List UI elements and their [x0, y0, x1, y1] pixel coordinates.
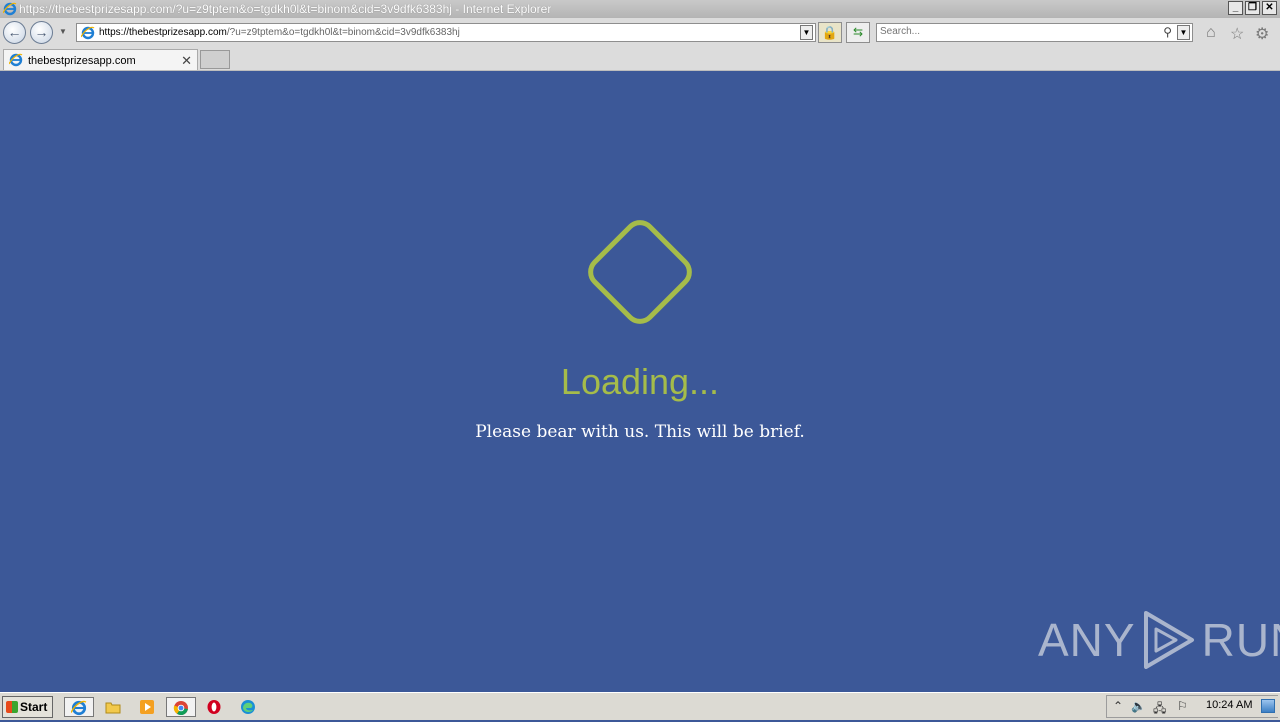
taskbar-media-player[interactable] — [135, 697, 159, 717]
history-dropdown-icon[interactable]: ▼ — [59, 27, 67, 36]
gear-icon[interactable]: ⚙ — [1255, 24, 1269, 44]
search-box[interactable]: ⚲ ▼ — [876, 23, 1193, 42]
loading-subtext: Please bear with us. This will be brief. — [475, 422, 805, 442]
new-tab-button[interactable] — [200, 50, 230, 69]
lock-icon: 🔒 — [821, 25, 839, 40]
restore-button[interactable]: ❐ — [1245, 1, 1260, 15]
internet-explorer-icon — [70, 700, 87, 716]
media-player-icon — [140, 700, 154, 714]
clock[interactable]: 10:24 AM — [1206, 699, 1252, 711]
address-bar[interactable]: https://thebestprizesapp.com/?u=z9tptem&… — [76, 23, 816, 42]
page-content: Loading... Please bear with us. This wil… — [0, 71, 1280, 692]
loading-heading: Loading... — [560, 361, 720, 402]
flag-icon[interactable]: ⚐ — [1177, 699, 1188, 713]
internet-explorer-icon — [3, 2, 17, 16]
anyrun-watermark: ANY RUN — [1038, 609, 1280, 671]
search-icon[interactable]: ⚲ — [1163, 25, 1172, 39]
windows-logo-icon — [6, 701, 18, 713]
folder-icon — [105, 702, 121, 714]
taskbar: Start ⌃ 🔈 🖧 ⚐ 10:24 AM — [0, 692, 1280, 720]
opera-icon — [207, 700, 221, 714]
chrome-icon — [173, 701, 188, 716]
url-host: https://thebestprizesapp.com — [99, 27, 227, 38]
chevron-down-icon: ▼ — [802, 28, 811, 37]
start-label: Start — [20, 700, 48, 714]
address-dropdown-button[interactable]: ▼ — [800, 25, 813, 40]
security-lock-button[interactable]: 🔒 — [818, 22, 842, 43]
url-path: /?u=z9tptem&o=tgdkh0l&t=binom&cid=3v9dfk… — [226, 27, 460, 38]
back-button[interactable]: ← — [3, 21, 26, 44]
forward-button[interactable]: → — [30, 21, 53, 44]
arrow-right-icon: → — [34, 24, 49, 40]
network-icon[interactable]: 🖧 — [1153, 699, 1166, 720]
navigation-bar: ← → ▼ https://thebestprizesapp.com/?u=z9… — [0, 18, 1280, 47]
taskbar-internet-explorer[interactable] — [64, 697, 94, 717]
title-bar: https://thebestprizesapp.com/?u=z9tptem&… — [0, 0, 1280, 18]
tab-thebestprizesapp[interactable]: thebestprizesapp.com ✕ — [3, 49, 198, 70]
chevron-up-icon[interactable]: ⌃ — [1113, 699, 1123, 713]
page-ie-icon — [81, 26, 95, 40]
arrow-left-icon: ← — [7, 24, 22, 40]
close-window-button[interactable]: ✕ — [1262, 1, 1277, 15]
home-icon[interactable]: ⌂ — [1206, 24, 1216, 42]
close-tab-icon[interactable]: ✕ — [181, 53, 192, 69]
refresh-icon: ⇆ — [852, 25, 864, 39]
tab-bar: thebestprizesapp.com ✕ — [0, 47, 1280, 71]
speaker-icon[interactable]: 🔈 — [1131, 699, 1146, 713]
tab-ie-icon — [9, 53, 23, 67]
chevron-down-icon: ▼ — [1179, 28, 1188, 37]
show-desktop-button[interactable] — [1261, 699, 1275, 713]
minimize-button[interactable]: _ — [1228, 1, 1243, 15]
taskbar-edge[interactable] — [236, 697, 260, 717]
watermark-left: ANY — [1038, 614, 1136, 666]
url-text[interactable]: https://thebestprizesapp.com/?u=z9tptem&… — [99, 27, 460, 38]
edge-icon — [241, 700, 255, 714]
loading-spinner-icon — [588, 220, 692, 324]
window-controls: _ ❐ ✕ — [1228, 1, 1277, 15]
taskbar-explorer[interactable] — [101, 697, 125, 717]
search-input[interactable] — [880, 26, 1150, 37]
taskbar-chrome[interactable] — [166, 697, 196, 717]
search-dropdown-button[interactable]: ▼ — [1177, 25, 1190, 40]
play-logo-icon — [1143, 611, 1194, 669]
window-title: https://thebestprizesapp.com/?u=z9tptem&… — [19, 2, 552, 16]
favorites-star-icon[interactable]: ☆ — [1230, 24, 1244, 44]
start-button[interactable]: Start — [2, 696, 53, 718]
tab-label: thebestprizesapp.com — [28, 55, 136, 67]
refresh-button[interactable]: ⇆ — [846, 22, 870, 43]
taskbar-opera[interactable] — [202, 697, 226, 717]
watermark-right: RUN — [1201, 614, 1280, 666]
